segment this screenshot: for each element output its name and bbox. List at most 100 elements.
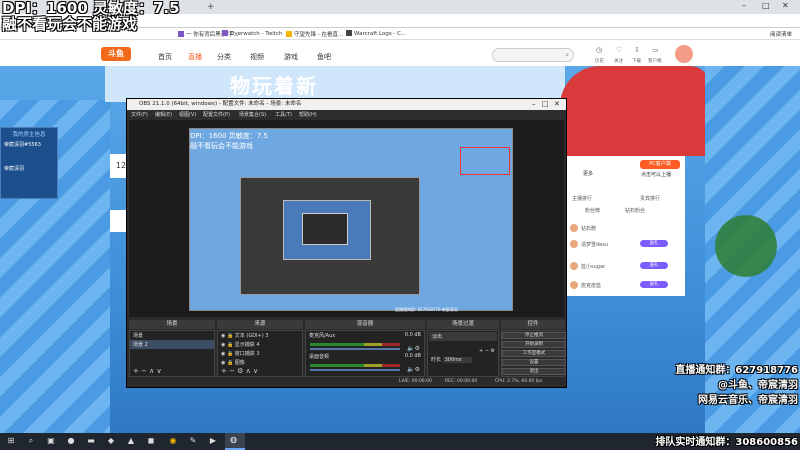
overlay-line: @斗鱼、帝宸清羽: [718, 380, 798, 391]
tab-vip-rank[interactable]: 贵宾排行: [640, 195, 660, 202]
source-item[interactable]: ◉ 🔒 窗口捕获 3: [218, 349, 302, 358]
search-icon[interactable]: ⌕: [565, 51, 569, 60]
menu-profile[interactable]: 配置文件(P): [203, 111, 230, 118]
transition-controls[interactable]: + − ⚙: [428, 347, 498, 355]
windows-start-icon[interactable]: ⊞: [6, 436, 16, 446]
transition-select[interactable]: 淡出: [429, 332, 497, 341]
exit-button[interactable]: 退出: [502, 368, 566, 375]
history-label: 历史: [595, 59, 604, 64]
nav-video[interactable]: 视频: [250, 52, 264, 62]
gift-pill[interactable]: 送礼: [640, 262, 668, 269]
overlay-line: 直播通知群：627918776: [675, 365, 798, 376]
avatar[interactable]: [675, 45, 693, 63]
streamer-name[interactable]: 帝宸清羽#5563: [1, 138, 57, 151]
list-item[interactable]: 清梦雪desu: [570, 240, 608, 248]
volume-slider[interactable]: [310, 369, 400, 371]
volume-slider[interactable]: [310, 348, 400, 350]
nav-live[interactable]: 直播: [188, 52, 202, 62]
pc-client-badge[interactable]: PC客户端: [640, 160, 680, 169]
streamer-alt[interactable]: 帝宸清羽: [1, 151, 57, 175]
stream-banner: [105, 66, 565, 102]
scenes-dock: 场景 场景 2 + − ∧ ∨: [129, 330, 215, 377]
tab-fans[interactable]: 粉丝榜: [585, 207, 600, 214]
menu-tools[interactable]: 工具(T): [275, 111, 292, 118]
app-icon[interactable]: ◼: [146, 436, 156, 446]
cpu-fps: CPU: 2.7%, 60.00 fps: [495, 379, 543, 384]
menu-scene-collection[interactable]: 场景集合(S): [239, 111, 266, 118]
app-icon[interactable]: ✎: [188, 436, 198, 446]
nav-category[interactable]: 分类: [217, 52, 231, 62]
menu-help[interactable]: 帮助(H): [299, 111, 317, 118]
dock-header-scenes: 场景: [129, 320, 215, 329]
history-icon[interactable]: ◷: [596, 46, 602, 54]
nav-game[interactable]: 游戏: [284, 52, 298, 62]
studio-mode-button[interactable]: 工作室模式: [502, 350, 566, 357]
scene-item[interactable]: 场景 2: [130, 340, 214, 349]
close-icon[interactable]: ✕: [554, 99, 560, 110]
list-item[interactable]: 蓝小sugar: [570, 262, 605, 270]
gift-pill[interactable]: 送礼: [640, 240, 668, 247]
bookmark-item[interactable]: Overwatch - Twitch: [222, 30, 282, 37]
app-icon[interactable]: ◆: [106, 436, 116, 446]
speaker-icon[interactable]: 🔈⚙: [407, 366, 420, 373]
app-icon[interactable]: ▶: [208, 436, 218, 446]
bookmark-item[interactable]: 守望先锋 - 在看直...: [286, 30, 343, 38]
tab-diamond[interactable]: 钻石粉丝: [625, 207, 645, 214]
maximize-icon[interactable]: □: [762, 1, 770, 10]
speaker-icon[interactable]: 🔈⚙: [407, 345, 420, 352]
more-link[interactable]: 更多: [583, 170, 593, 177]
dock-header-transitions: 场景过渡: [427, 320, 499, 329]
transition-duration[interactable]: 时长 300ms: [428, 355, 498, 364]
search-input[interactable]: ⌕: [492, 48, 574, 62]
obs-window: OBS 21.1.0 (64bit, windows) - 配置文件: 未命名 …: [126, 98, 567, 388]
preview-canvas[interactable]: DPI：1600 灵敏度：7.5 融不看玩会不能游戏 直播通知群: 6279187…: [189, 128, 513, 312]
settings-button[interactable]: 设置: [502, 359, 566, 366]
scene-item[interactable]: 场景: [130, 331, 214, 340]
streamer-info-panel: 我的房主信息 帝宸清羽#5563 帝宸清羽: [0, 127, 58, 199]
nav-home[interactable]: 首页: [158, 52, 172, 62]
explorer-icon[interactable]: ▬: [86, 436, 96, 446]
task-view-icon[interactable]: ▣: [46, 436, 56, 446]
list-item[interactable]: 钻石赠: [570, 224, 596, 232]
download-icon[interactable]: ⇩: [634, 46, 640, 54]
start-recording-button[interactable]: 开始录制: [502, 341, 566, 348]
source-selection-box[interactable]: [460, 147, 510, 175]
dock-header-mixer: 混音器: [305, 320, 425, 329]
maximize-icon[interactable]: □: [542, 99, 549, 110]
minimize-icon[interactable]: –: [532, 99, 536, 110]
steam-icon[interactable]: ●: [66, 436, 76, 446]
tab-streamer-rank[interactable]: 主播排行: [572, 195, 592, 202]
nav-fishbar[interactable]: 鱼吧: [317, 52, 331, 62]
douyu-logo[interactable]: 斗鱼: [101, 47, 131, 61]
follow-icon[interactable]: ♡: [616, 46, 622, 54]
new-tab-icon[interactable]: +: [207, 2, 215, 12]
source-item[interactable]: ◉ 🔒 显示捕获 4: [218, 340, 302, 349]
menu-file[interactable]: 文件(F): [131, 111, 148, 118]
chrome-icon[interactable]: ◉: [168, 436, 178, 446]
mixer-channel-name: 桌面音频 0.0 dB: [309, 353, 421, 360]
close-icon[interactable]: ✕: [782, 1, 789, 10]
source-item[interactable]: ◉ 🔒 图像: [218, 358, 302, 367]
source-controls[interactable]: + − ⚙ ∧ ∨: [221, 367, 258, 375]
obs-menu-bar: 文件(F) 编辑(E) 视图(V) 配置文件(P) 场景集合(S) 工具(T) …: [127, 110, 566, 120]
bookmark-item[interactable]: Warcraft Logs - C...: [346, 30, 406, 37]
overlay-line: 网易云音乐、帝宸清羽: [698, 395, 798, 406]
menu-view[interactable]: 视图(V): [179, 111, 196, 118]
reading-list[interactable]: 阅读清单: [770, 30, 792, 38]
menu-edit[interactable]: 编辑(E): [155, 111, 172, 118]
gift-pill[interactable]: 送礼: [640, 281, 668, 288]
tip-text: 点击可以上播: [641, 172, 672, 178]
list-item[interactable]: 皮克皮蓝: [570, 281, 601, 289]
client-icon[interactable]: ▭: [652, 46, 659, 54]
search-icon[interactable]: ⌕: [26, 436, 36, 446]
nested-preview: [240, 177, 420, 295]
palm-decoration: [710, 210, 800, 300]
minimize-icon[interactable]: –: [742, 1, 746, 10]
obs-title-bar[interactable]: OBS 21.1.0 (64bit, windows) - 配置文件: 未命名 …: [127, 99, 566, 110]
app-icon[interactable]: ▲: [126, 436, 136, 446]
stop-streaming-button[interactable]: 停止推流: [502, 332, 566, 339]
source-item[interactable]: ◉ 🔒 文本 (GDI+) 3: [218, 331, 302, 340]
obs-taskbar-icon[interactable]: ◍: [225, 433, 245, 450]
mixer-channel-name: 麦克风/Aux 0.0 dB: [309, 332, 421, 339]
scene-controls[interactable]: + − ∧ ∨: [133, 367, 162, 375]
